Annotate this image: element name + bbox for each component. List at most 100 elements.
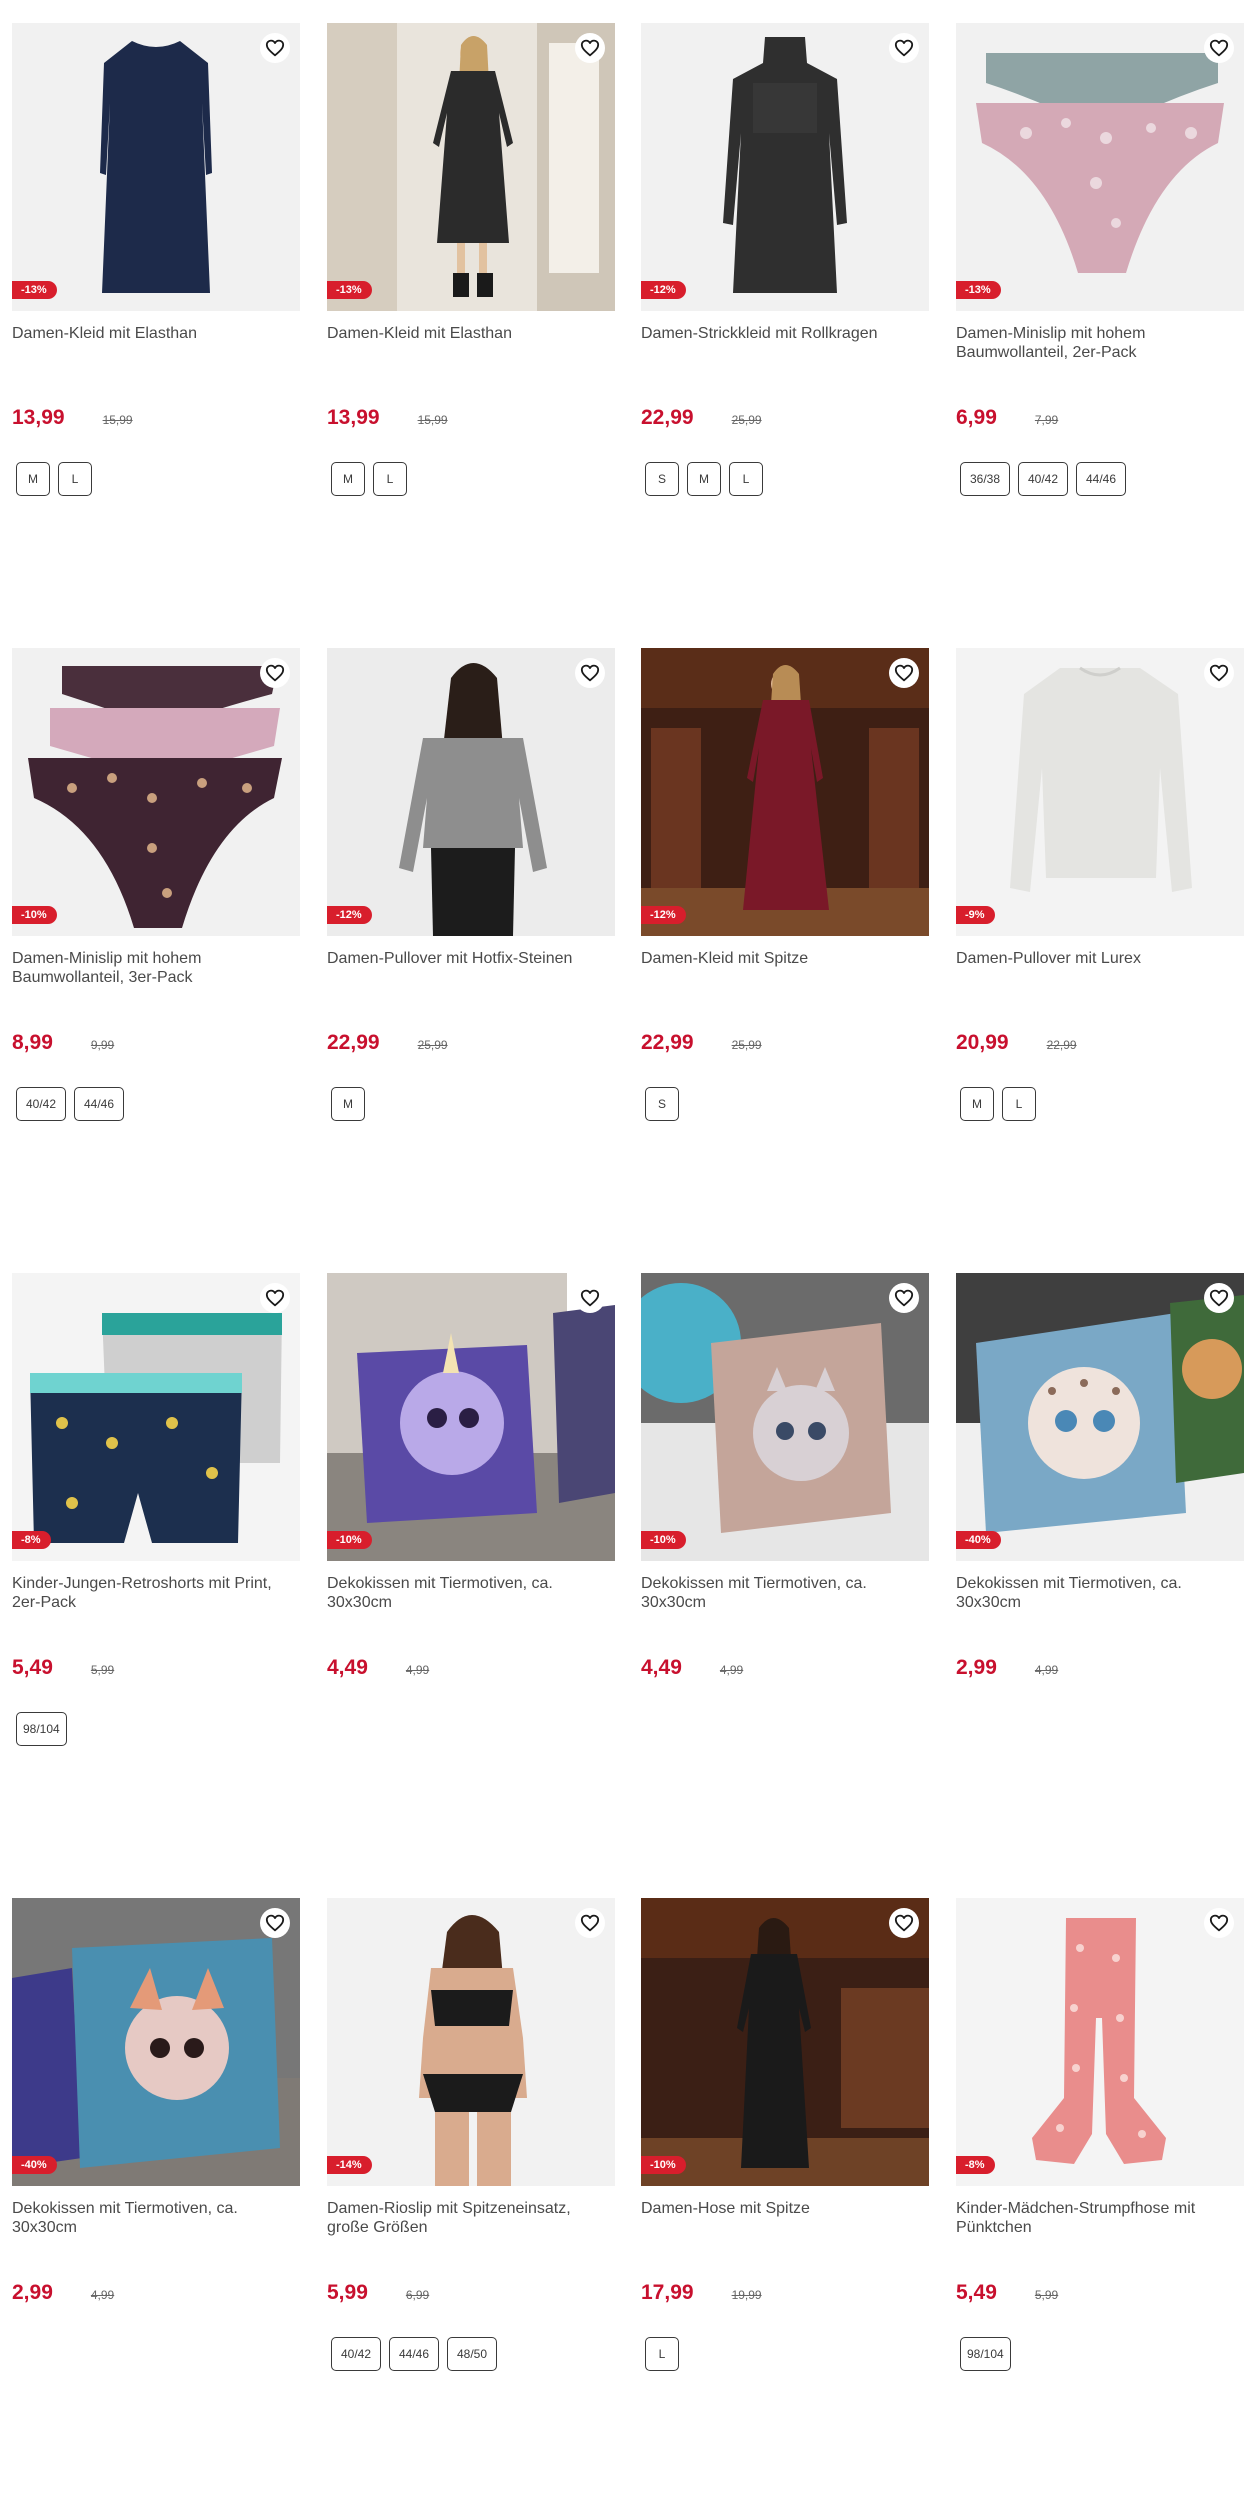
- wishlist-heart-icon[interactable]: [1204, 1283, 1234, 1313]
- product-title[interactable]: Damen-Pullover mit Hotfix-Steinen: [327, 949, 615, 989]
- product-title[interactable]: Damen-Kleid mit Elasthan: [327, 324, 615, 364]
- size-selector: S: [641, 1087, 929, 1121]
- size-selector: L: [641, 2337, 929, 2371]
- wishlist-heart-icon[interactable]: [260, 1908, 290, 1938]
- product-title[interactable]: Damen-Pullover mit Lurex: [956, 949, 1244, 989]
- product-image[interactable]: -10%: [12, 648, 300, 936]
- wishlist-heart-icon[interactable]: [575, 658, 605, 688]
- size-option[interactable]: M: [331, 1087, 365, 1121]
- size-option[interactable]: 44/46: [1076, 462, 1126, 496]
- product-image[interactable]: -13%: [956, 23, 1244, 311]
- product-image[interactable]: -40%: [12, 1898, 300, 2186]
- size-option[interactable]: L: [729, 462, 763, 496]
- size-option[interactable]: L: [373, 462, 407, 496]
- size-option[interactable]: 44/46: [74, 1087, 124, 1121]
- product-card[interactable]: -13% Damen-Kleid mit Elasthan 13,99 15,9…: [12, 23, 300, 583]
- product-title[interactable]: Dekokissen mit Tiermotiven, ca. 30x30cm: [956, 1574, 1244, 1614]
- product-image[interactable]: -12%: [641, 23, 929, 311]
- wishlist-heart-icon[interactable]: [889, 658, 919, 688]
- product-card[interactable]: -12% Damen-Kleid mit Spitze 22,99 25,99 …: [641, 648, 929, 1208]
- wishlist-heart-icon[interactable]: [889, 1908, 919, 1938]
- product-card[interactable]: -13% Damen-Kleid mit Elasthan 13,99 15,9…: [327, 23, 615, 583]
- size-option[interactable]: 40/42: [331, 2337, 381, 2371]
- product-card[interactable]: -9% Damen-Pullover mit Lurex 20,99 22,99…: [956, 648, 1244, 1208]
- product-image[interactable]: -14%: [327, 1898, 615, 2186]
- current-price: 2,99: [956, 1656, 997, 1679]
- product-card[interactable]: -8% Kinder-Mädchen-Strumpfhose mit Pünkt…: [956, 1898, 1244, 2458]
- product-title[interactable]: Damen-Kleid mit Elasthan: [12, 324, 300, 364]
- product-card[interactable]: -10% Dekokissen mit Tiermotiven, ca. 30x…: [327, 1273, 615, 1833]
- size-option[interactable]: 44/46: [389, 2337, 439, 2371]
- product-title[interactable]: Dekokissen mit Tiermotiven, ca. 30x30cm: [12, 2199, 300, 2239]
- product-card[interactable]: -10% Damen-Hose mit Spitze 17,99 19,99 L: [641, 1898, 929, 2458]
- wishlist-heart-icon[interactable]: [260, 33, 290, 63]
- price-row: 13,99 15,99: [12, 406, 300, 430]
- product-title[interactable]: Kinder-Jungen-Retroshorts mit Print, 2er…: [12, 1574, 300, 1614]
- price-row: 8,99 9,99: [12, 1031, 300, 1055]
- product-card[interactable]: -12% Damen-Pullover mit Hotfix-Steinen 2…: [327, 648, 615, 1208]
- product-card[interactable]: -8% Kinder-Jungen-Retroshorts mit Print,…: [12, 1273, 300, 1833]
- size-option[interactable]: 98/104: [16, 1712, 67, 1746]
- product-title[interactable]: Damen-Minislip mit hohem Baumwollanteil,…: [956, 324, 1244, 364]
- size-option[interactable]: M: [331, 462, 365, 496]
- wishlist-heart-icon[interactable]: [889, 33, 919, 63]
- current-price: 5,49: [12, 1656, 53, 1679]
- size-option[interactable]: 48/50: [447, 2337, 497, 2371]
- discount-badge: -13%: [327, 281, 372, 299]
- product-image[interactable]: -10%: [327, 1273, 615, 1561]
- size-option[interactable]: S: [645, 1087, 679, 1121]
- wishlist-heart-icon[interactable]: [260, 658, 290, 688]
- size-option[interactable]: M: [687, 462, 721, 496]
- product-image[interactable]: -12%: [641, 648, 929, 936]
- size-option[interactable]: M: [16, 462, 50, 496]
- product-image[interactable]: -12%: [327, 648, 615, 936]
- product-title[interactable]: Damen-Hose mit Spitze: [641, 2199, 929, 2239]
- product-title[interactable]: Dekokissen mit Tiermotiven, ca. 30x30cm: [327, 1574, 615, 1614]
- product-title[interactable]: Damen-Strickkleid mit Rollkragen: [641, 324, 929, 364]
- price-row: 5,49 5,99: [12, 1656, 300, 1680]
- size-option[interactable]: S: [645, 462, 679, 496]
- product-card[interactable]: -14% Damen-Rioslip mit Spitzeneinsatz, g…: [327, 1898, 615, 2458]
- size-option[interactable]: 36/38: [960, 462, 1010, 496]
- size-option[interactable]: M: [960, 1087, 994, 1121]
- old-price: 22,99: [1046, 1038, 1077, 1052]
- size-option[interactable]: L: [1002, 1087, 1036, 1121]
- current-price: 5,99: [327, 2281, 368, 2304]
- old-price: 25,99: [731, 1038, 762, 1052]
- product-title[interactable]: Damen-Rioslip mit Spitzeneinsatz, große …: [327, 2199, 615, 2239]
- product-title[interactable]: Damen-Kleid mit Spitze: [641, 949, 929, 989]
- product-image[interactable]: -10%: [641, 1273, 929, 1561]
- product-image[interactable]: -40%: [956, 1273, 1244, 1561]
- size-option[interactable]: L: [645, 2337, 679, 2371]
- product-card[interactable]: -40% Dekokissen mit Tiermotiven, ca. 30x…: [12, 1898, 300, 2458]
- product-title[interactable]: Dekokissen mit Tiermotiven, ca. 30x30cm: [641, 1574, 929, 1614]
- product-image[interactable]: -8%: [956, 1898, 1244, 2186]
- old-price: 4,99: [90, 2288, 115, 2302]
- wishlist-heart-icon[interactable]: [1204, 1908, 1234, 1938]
- product-card[interactable]: -40% Dekokissen mit Tiermotiven, ca. 30x…: [956, 1273, 1244, 1833]
- product-card[interactable]: -10% Damen-Minislip mit hohem Baumwollan…: [12, 648, 300, 1208]
- size-selector: 98/104: [956, 2337, 1244, 2371]
- size-option[interactable]: 98/104: [960, 2337, 1011, 2371]
- product-image[interactable]: -10%: [641, 1898, 929, 2186]
- wishlist-heart-icon[interactable]: [1204, 33, 1234, 63]
- product-image[interactable]: -13%: [12, 23, 300, 311]
- product-title[interactable]: Damen-Minislip mit hohem Baumwollanteil,…: [12, 949, 300, 989]
- wishlist-heart-icon[interactable]: [889, 1283, 919, 1313]
- wishlist-heart-icon[interactable]: [575, 33, 605, 63]
- product-card[interactable]: -13% Damen-Minislip mit hohem Baumwollan…: [956, 23, 1244, 583]
- wishlist-heart-icon[interactable]: [575, 1908, 605, 1938]
- wishlist-heart-icon[interactable]: [575, 1283, 605, 1313]
- size-option[interactable]: L: [58, 462, 92, 496]
- size-option[interactable]: 40/42: [16, 1087, 66, 1121]
- product-card[interactable]: -12% Damen-Strickkleid mit Rollkragen 22…: [641, 23, 929, 583]
- product-title[interactable]: Kinder-Mädchen-Strumpfhose mit Pünktchen: [956, 2199, 1244, 2239]
- product-image[interactable]: -13%: [327, 23, 615, 311]
- wishlist-heart-icon[interactable]: [1204, 658, 1234, 688]
- product-image[interactable]: -8%: [12, 1273, 300, 1561]
- product-image[interactable]: -9%: [956, 648, 1244, 936]
- size-option[interactable]: 40/42: [1018, 462, 1068, 496]
- wishlist-heart-icon[interactable]: [260, 1283, 290, 1313]
- product-card[interactable]: -10% Dekokissen mit Tiermotiven, ca. 30x…: [641, 1273, 929, 1833]
- old-price: 19,99: [731, 2288, 762, 2302]
